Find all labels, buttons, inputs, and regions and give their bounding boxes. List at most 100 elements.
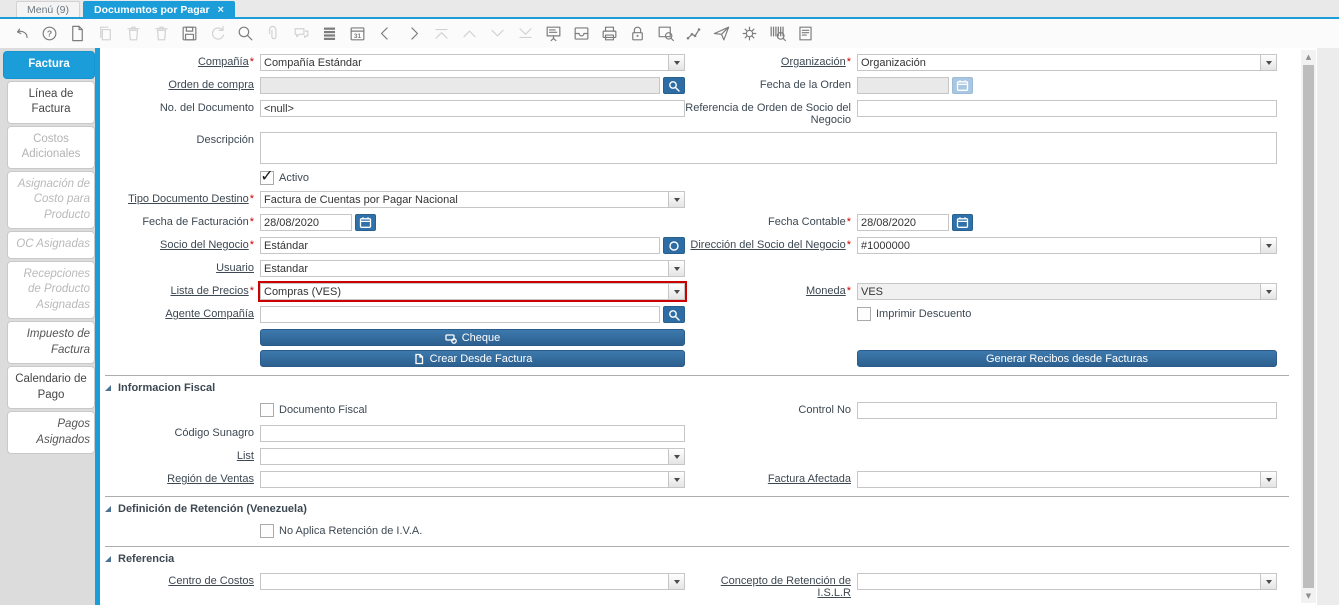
- chevron-down-icon[interactable]: [668, 191, 685, 208]
- business-partner-info-button[interactable]: [663, 237, 685, 254]
- barcode-search-icon[interactable]: [763, 22, 791, 46]
- imprimir-descuento-checkbox[interactable]: [857, 307, 871, 321]
- fecha-facturacion-input[interactable]: [260, 214, 352, 231]
- orden-de-compra-label[interactable]: Orden de compra: [100, 77, 260, 91]
- tab-documentos-por-pagar[interactable]: Documentos por Pagar ×: [83, 1, 235, 17]
- control-no-input[interactable]: [857, 402, 1277, 419]
- section-referencia[interactable]: Referencia: [105, 553, 1295, 565]
- concepto-islr-input[interactable]: [857, 573, 1260, 590]
- print-icon[interactable]: [595, 22, 623, 46]
- list-input[interactable]: [260, 448, 668, 465]
- region-ventas-combobox[interactable]: [260, 471, 685, 488]
- lista-precios-input[interactable]: [260, 283, 668, 300]
- scrollbar-thumb[interactable]: [1303, 65, 1314, 588]
- concepto-islr-label[interactable]: Concepto de Retención de I.S.L.R: [685, 573, 857, 599]
- undo-icon[interactable]: [7, 22, 35, 46]
- socio-negocio-input[interactable]: [260, 237, 660, 254]
- direccion-socio-combobox[interactable]: [857, 237, 1277, 254]
- agente-compania-input[interactable]: [260, 306, 660, 323]
- help-icon[interactable]: ?: [35, 22, 63, 46]
- generar-recibos-button[interactable]: Generar Recibos desde Facturas: [857, 350, 1277, 367]
- scroll-down-icon[interactable]: ▼: [1301, 589, 1316, 603]
- usuario-combobox[interactable]: [260, 260, 685, 277]
- lock-icon[interactable]: [623, 22, 651, 46]
- fecha-contable-input[interactable]: [857, 214, 949, 231]
- preferences-icon[interactable]: [735, 22, 763, 46]
- tab-menu[interactable]: Menú (9): [16, 1, 81, 17]
- concepto-islr-combobox[interactable]: [857, 573, 1277, 590]
- document-report-icon[interactable]: [791, 22, 819, 46]
- tipo-documento-destino-input[interactable]: [260, 191, 668, 208]
- centro-costos-label[interactable]: Centro de Costos: [100, 573, 260, 587]
- codigo-sunagro-input[interactable]: [260, 425, 685, 442]
- archive-icon[interactable]: [567, 22, 595, 46]
- chevron-down-icon[interactable]: [1260, 237, 1277, 254]
- usuario-label[interactable]: Usuario: [100, 260, 260, 274]
- calendar-picker-icon[interactable]: [952, 214, 973, 231]
- compania-combobox[interactable]: [260, 54, 685, 71]
- descripcion-textarea[interactable]: [260, 132, 1277, 164]
- organizacion-combobox[interactable]: [857, 54, 1277, 71]
- chevron-down-icon[interactable]: [1260, 573, 1277, 590]
- compania-input[interactable]: [260, 54, 668, 71]
- sidebar-item-linea-de-factura[interactable]: Línea de Factura: [7, 80, 95, 124]
- tipo-documento-destino-combobox[interactable]: [260, 191, 685, 208]
- organizacion-label[interactable]: Organización: [685, 54, 857, 68]
- chevron-down-icon[interactable]: [1260, 283, 1277, 300]
- report-icon[interactable]: [539, 22, 567, 46]
- region-ventas-input[interactable]: [260, 471, 668, 488]
- chevron-down-icon[interactable]: [1260, 54, 1277, 71]
- moneda-combobox[interactable]: [857, 283, 1277, 300]
- documento-fiscal-checkbox[interactable]: [260, 403, 274, 417]
- chevron-down-icon[interactable]: [668, 573, 685, 590]
- activo-checkbox[interactable]: ✓: [260, 168, 274, 185]
- workflow-icon[interactable]: [679, 22, 707, 46]
- list-label[interactable]: List: [100, 448, 260, 462]
- compania-label[interactable]: Compañía: [100, 54, 260, 68]
- section-retencion[interactable]: Definición de Retención (Venezuela): [105, 503, 1295, 515]
- no-aplica-retencion-checkbox[interactable]: [260, 524, 274, 538]
- sidebar-item-pagos-asignados[interactable]: Pagos Asignados: [7, 411, 95, 455]
- print-preview-icon[interactable]: [651, 22, 679, 46]
- chevron-down-icon[interactable]: [668, 448, 685, 465]
- tipo-documento-destino-label[interactable]: Tipo Documento Destino: [100, 191, 260, 205]
- sidebar-item-factura[interactable]: Factura: [3, 51, 95, 79]
- next-record-icon[interactable]: [399, 22, 427, 46]
- chevron-down-icon[interactable]: [668, 471, 685, 488]
- grid-toggle-icon[interactable]: [315, 22, 343, 46]
- close-icon[interactable]: ×: [218, 4, 224, 16]
- factura-afectada-combobox[interactable]: [857, 471, 1277, 488]
- moneda-input[interactable]: [857, 283, 1260, 300]
- direccion-socio-input[interactable]: [857, 237, 1260, 254]
- socio-negocio-label[interactable]: Socio del Negocio: [100, 237, 260, 251]
- new-record-icon[interactable]: [63, 22, 91, 46]
- factura-afectada-label[interactable]: Factura Afectada: [685, 471, 857, 485]
- referencia-orden-input[interactable]: [857, 100, 1277, 117]
- centro-costos-input[interactable]: [260, 573, 668, 590]
- section-informacion-fiscal[interactable]: Informacion Fiscal: [105, 382, 1295, 394]
- factura-afectada-input[interactable]: [857, 471, 1260, 488]
- lista-precios-combobox[interactable]: [258, 281, 687, 302]
- cheque-button[interactable]: Cheque: [260, 329, 685, 346]
- organizacion-input[interactable]: [857, 54, 1260, 71]
- direccion-socio-label[interactable]: Dirección del Socio del Negocio: [685, 237, 857, 251]
- save-icon[interactable]: [175, 22, 203, 46]
- chevron-down-icon[interactable]: [668, 283, 685, 300]
- find-icon[interactable]: [231, 22, 259, 46]
- agente-compania-label[interactable]: Agente Compañía: [100, 306, 260, 320]
- chevron-down-icon[interactable]: [668, 260, 685, 277]
- region-ventas-label[interactable]: Región de Ventas: [100, 471, 260, 485]
- moneda-label[interactable]: Moneda: [685, 283, 857, 297]
- sidebar-item-impuesto-de-factura[interactable]: Impuesto de Factura: [7, 321, 95, 365]
- lista-precios-label[interactable]: Lista de Precios: [100, 283, 260, 297]
- record-search-button[interactable]: [663, 77, 685, 94]
- centro-costos-combobox[interactable]: [260, 573, 685, 590]
- calendar-icon[interactable]: 31: [343, 22, 371, 46]
- sidebar-item-calendario-de-pago[interactable]: Calendario de Pago: [7, 366, 95, 410]
- vertical-scrollbar[interactable]: ▲ ▼: [1301, 50, 1316, 603]
- usuario-input[interactable]: [260, 260, 668, 277]
- chevron-down-icon[interactable]: [1260, 471, 1277, 488]
- crear-desde-factura-button[interactable]: Crear Desde Factura: [260, 350, 685, 367]
- scroll-up-icon[interactable]: ▲: [1301, 50, 1316, 64]
- list-combobox[interactable]: [260, 448, 685, 465]
